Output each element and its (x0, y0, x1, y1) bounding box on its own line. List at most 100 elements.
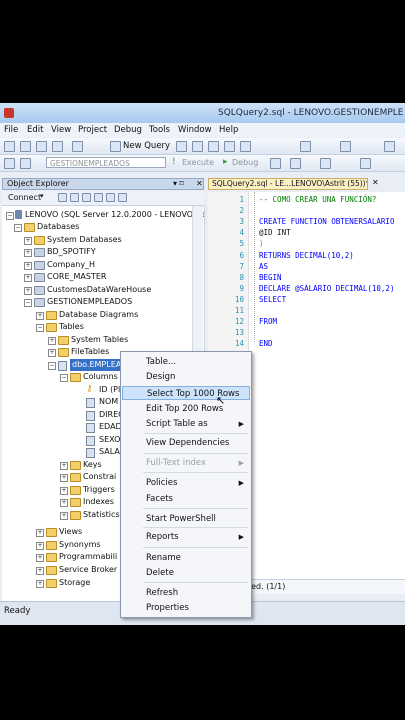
parse-icon[interactable] (270, 158, 281, 169)
refresh-icon[interactable] (106, 193, 115, 202)
context-menu-label: View Dependencies (146, 438, 230, 448)
open-icon[interactable] (20, 141, 31, 152)
find-icon[interactable] (340, 141, 351, 152)
column-icon (86, 423, 95, 433)
redo-icon[interactable] (300, 141, 311, 152)
comment-icon[interactable] (320, 158, 331, 169)
cut-icon[interactable] (208, 141, 219, 152)
menu-window[interactable]: Window (178, 125, 212, 135)
outline-margin (248, 192, 255, 342)
indent-icon[interactable] (360, 158, 371, 169)
connect-button[interactable]: Connect (8, 193, 41, 202)
code-line: END (259, 339, 273, 349)
menu-help[interactable]: Help (219, 125, 238, 135)
storage-label: Storage (59, 578, 91, 587)
context-menu-item[interactable]: Reports ▶ (122, 530, 250, 544)
new-query-icon[interactable] (110, 141, 121, 152)
menu-tools[interactable]: Tools (149, 125, 170, 135)
context-menu-item[interactable]: Script Table as ▶ (122, 417, 250, 431)
object-explorer-header: Object Explorer ▾ ⌑ ✕ (2, 178, 204, 190)
submenu-arrow-icon: ▶ (238, 420, 244, 428)
menu-bar: File Edit View Project Debug Tools Windo… (0, 123, 405, 137)
constraints-label: Constrai (83, 472, 117, 481)
app-icon (4, 108, 14, 118)
code-line: @ID INT (259, 228, 291, 238)
table-icon (58, 361, 67, 371)
database-icon (34, 248, 45, 257)
menu-debug[interactable]: Debug (114, 125, 142, 135)
db-label: CORE_MASTER (47, 272, 107, 281)
context-menu-item[interactable]: Table... (122, 355, 250, 369)
context-menu-item[interactable]: Facets (122, 492, 250, 506)
analysis-icon[interactable] (192, 141, 203, 152)
folder-icon (70, 373, 81, 382)
key-icon: ⚷ (86, 384, 93, 394)
context-menu-item[interactable]: Policies ▶ (122, 476, 250, 490)
toolbar-standard: New Query (0, 138, 405, 155)
context-menu-item[interactable]: Design (122, 370, 250, 384)
folder-icon (46, 566, 57, 575)
collapse-icon[interactable] (118, 193, 127, 202)
chevron-down-icon[interactable]: ▾ (40, 192, 44, 200)
server-label: LENOVO (SQL Server 12.0.2000 - LENOVO\As… (25, 210, 205, 219)
context-menu-item[interactable]: View Dependencies (122, 436, 250, 450)
menu-project[interactable]: Project (78, 125, 107, 135)
columns-label: Columns (83, 372, 118, 381)
properties-icon[interactable] (384, 141, 395, 152)
database-select[interactable]: GESTIONEMPLEADOS (46, 157, 166, 168)
folder-icon (46, 528, 57, 537)
save-icon[interactable] (36, 141, 47, 152)
save-all-icon[interactable] (52, 141, 63, 152)
context-menu-item[interactable]: Rename (122, 551, 250, 565)
connect-icon[interactable] (4, 158, 15, 169)
execute-icon[interactable]: ! (172, 157, 176, 167)
db-engine-icon[interactable] (176, 141, 187, 152)
execute-button[interactable]: Execute (182, 158, 214, 167)
line-number: 14 (234, 339, 244, 349)
column-label: ID (Pl (99, 385, 121, 394)
close-tab-icon[interactable]: ✕ (372, 178, 379, 187)
disconnect-db-icon[interactable] (70, 193, 79, 202)
disconnect-icon[interactable] (20, 158, 31, 169)
debug-icon[interactable]: ▸ (223, 157, 228, 167)
collapse-icon[interactable]: − (6, 212, 14, 220)
debug-button[interactable]: Debug (232, 158, 258, 167)
system-tables-label: System Tables (71, 335, 129, 344)
context-menu-item[interactable]: Delete (122, 566, 250, 580)
db-diagrams-label: Database Diagrams (59, 310, 139, 319)
paste-icon[interactable] (240, 141, 251, 152)
line-number: 1 (239, 195, 244, 204)
folder-icon (70, 461, 81, 470)
pin-icon[interactable]: ▾ ⌑ (173, 179, 184, 189)
stop-icon[interactable] (82, 193, 91, 202)
code-line: AS (259, 261, 269, 271)
new-query-button[interactable]: New Query (123, 141, 170, 151)
menu-file[interactable]: File (4, 125, 18, 135)
db-label: BD_SPOTIFY (47, 247, 96, 256)
line-number: 9 (239, 283, 244, 293)
menu-view[interactable]: View (51, 125, 71, 135)
views-label: Views (59, 527, 83, 536)
context-menu-item[interactable]: Edit Top 200 Rows (122, 402, 250, 416)
filter-icon[interactable] (94, 193, 103, 202)
folder-icon (70, 486, 81, 495)
code-line: -- COMO CREAR UNA FUNCIÓN? (259, 195, 377, 204)
context-menu-item[interactable]: Properties (122, 601, 250, 615)
context-menu-label: Properties (146, 603, 189, 613)
context-menu-item[interactable]: Select Top 1000 Rows (122, 386, 250, 400)
service-broker-label: Service Broker (59, 565, 118, 574)
close-icon[interactable]: ✕ (196, 179, 203, 189)
submenu-arrow-icon: ▶ (238, 533, 244, 541)
code-line: FROM (259, 317, 278, 327)
new-icon[interactable] (4, 141, 15, 152)
context-menu-item[interactable]: Refresh (122, 586, 250, 600)
undo-icon[interactable] (72, 141, 83, 152)
connect-db-icon[interactable] (58, 193, 67, 202)
database-icon (34, 273, 45, 282)
menu-separator (143, 453, 248, 454)
tab-query[interactable]: SQLQuery2.sql - LE...LENOVO\Astrit (55))… (208, 178, 368, 190)
menu-edit[interactable]: Edit (27, 125, 43, 135)
context-menu-item[interactable]: Start PowerShell (122, 512, 250, 526)
results-icon[interactable] (290, 158, 301, 169)
copy-icon[interactable] (224, 141, 235, 152)
